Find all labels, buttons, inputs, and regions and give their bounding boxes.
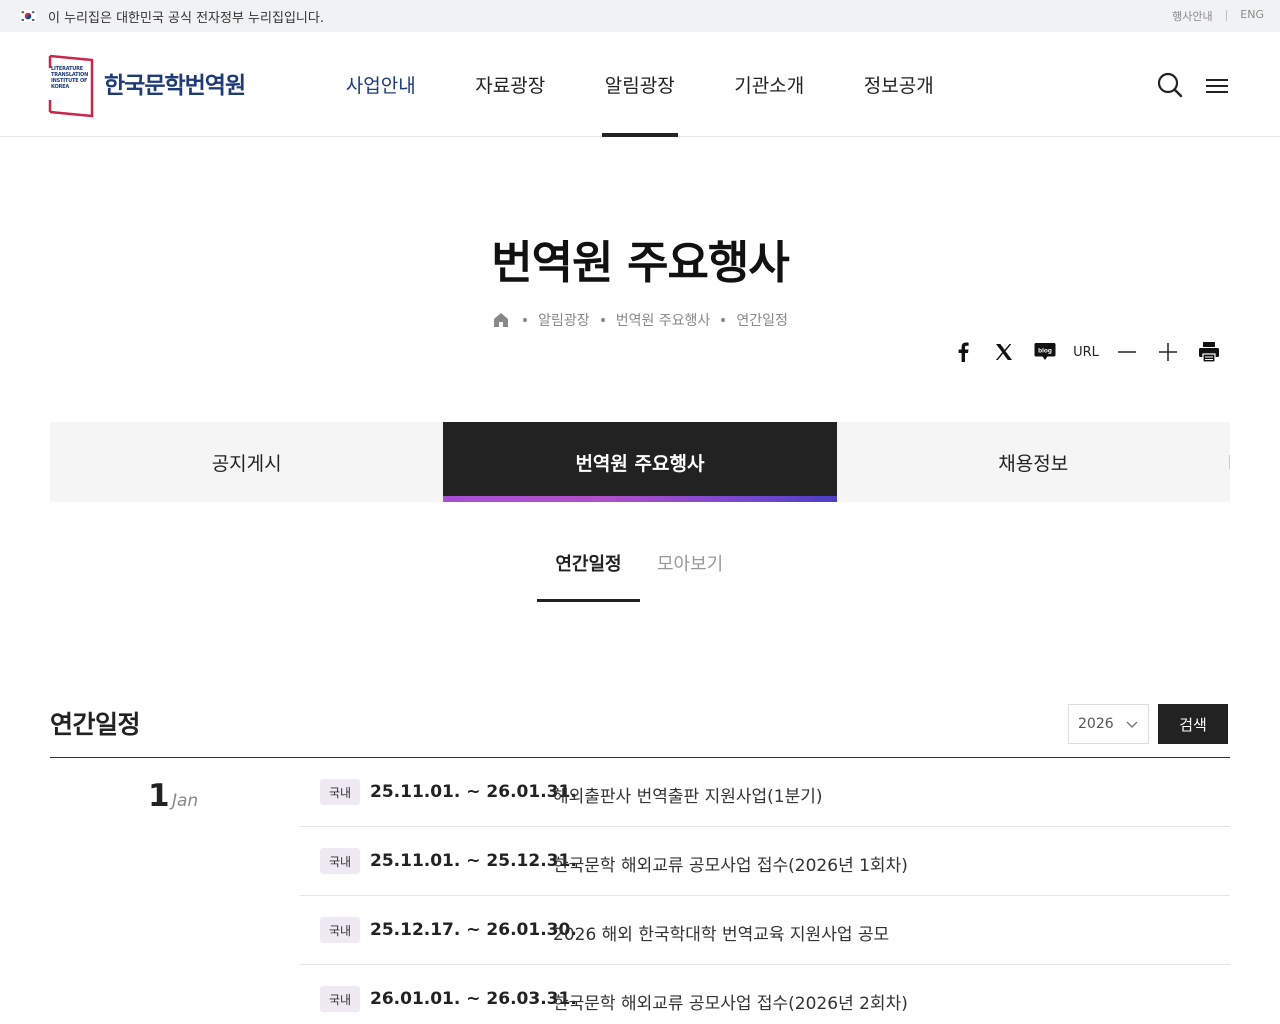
breadcrumb-separator [523,318,528,322]
main-nav: 사업안내 자료광장 알림광장 기관소개 정보공개 [316,32,964,137]
site-header: LITERATURE TRANSLATION INSTITUTE OF KORE… [0,32,1280,137]
event-badge: 국내 [320,848,360,874]
blog-icon[interactable]: blog [1033,340,1057,364]
event-dates: 25.11.01. ~ 25.12.31. [370,851,577,871]
subtab-overview[interactable]: 모아보기 [640,540,740,602]
logo-name: 한국문학번역원 [104,73,246,99]
event-badge: 국내 [320,986,360,1012]
tab-label: 공지게시 [211,452,282,475]
nav-item-about[interactable]: 기관소개 [705,32,835,137]
nav-item-business[interactable]: 사업안내 [316,32,446,137]
tab-label: 채용정보 [998,452,1069,475]
breadcrumb-item-annual[interactable]: 연간일정 [736,310,788,330]
home-icon[interactable] [492,311,510,329]
subtab-annual-schedule[interactable]: 연간일정 [537,540,640,602]
event-title: 2026 해외 한국학대학 번역교육 지원사업 공모 [553,925,890,945]
page-title: 번역원 주요행사 [491,236,789,289]
nav-item-notices[interactable]: 알림광장 [575,32,705,137]
event-title: 해외출판사 번역출판 지원사업(1분기) [553,787,823,807]
zoom-out-icon[interactable] [1116,340,1138,364]
event-dates: 25.12.17. ~ 26.01.30. [370,920,577,940]
tab-label: 번역원 주요행사 [575,452,705,475]
year-select-value: 2026 [1078,716,1114,732]
event-row[interactable]: 국내 26.01.01. ~ 26.03.31. 한국문학 해외교류 공모사업 … [300,965,1230,1024]
event-row[interactable]: 국내 25.11.01. ~ 26.01.31. 해외출판사 번역출판 지원사업… [300,758,1230,827]
nav-item-disclosure[interactable]: 정보공개 [834,32,964,137]
active-tab-indicator [443,496,837,502]
sub-tabs: 연간일정 모아보기 [537,540,740,602]
breadcrumb-item-notices[interactable]: 알림광장 [538,310,590,330]
url-copy-button[interactable]: URL [1072,340,1100,364]
month-name: Jan [172,791,199,811]
korea-flag-icon [20,10,36,22]
print-icon[interactable] [1197,340,1221,364]
nav-item-resources[interactable]: 자료광장 [446,32,576,137]
breadcrumb: 알림광장 번역원 주요행사 연간일정 [0,310,1280,330]
chevron-down-icon [1126,721,1138,728]
breadcrumb-item-events[interactable]: 번역원 주요행사 [616,310,711,330]
event-badge: 국내 [320,779,360,805]
search-button[interactable]: 검색 [1158,704,1228,744]
board-tabs: 공지게시 번역원 주요행사 채용정보 [50,422,1231,502]
blog-icon-label: blog [1038,348,1052,355]
event-row[interactable]: 국내 25.12.17. ~ 26.01.30. 2026 해외 한국학대학 번… [300,896,1230,965]
breadcrumb-separator [721,318,726,322]
site-logo[interactable]: LITERATURE TRANSLATION INSTITUTE OF KORE… [48,54,258,118]
gov-banner-text: 이 누리집은 대한민국 공식 전자정부 누리집입니다. [48,11,324,26]
util-link-events[interactable]: 행사안내 [1166,8,1218,24]
event-row[interactable]: 국내 25.11.01. ~ 25.12.31. 한국문학 해외교류 공모사업 … [300,827,1230,896]
tab-notices[interactable]: 공지게시 [50,422,444,502]
event-title: 한국문학 해외교류 공모사업 접수(2026년 1회차) [553,856,908,876]
util-separator: | [1224,8,1229,21]
gov-banner: 이 누리집은 대한민국 공식 전자정부 누리집입니다. 행사안내 | ENG [0,0,1280,32]
facebook-icon[interactable] [951,340,975,364]
search-icon[interactable] [1157,72,1183,98]
event-title: 한국문학 해외교류 공모사업 접수(2026년 2회차) [553,994,908,1014]
tab-major-events[interactable]: 번역원 주요행사 [443,422,837,502]
zoom-in-icon[interactable] [1157,340,1179,364]
x-icon[interactable] [992,340,1016,364]
tab-recruitment[interactable]: 채용정보 [836,422,1231,502]
share-toolbar: blog URL [0,340,1280,364]
breadcrumb-separator [600,318,605,322]
month-number: 1 [148,778,170,814]
util-link-eng[interactable]: ENG [1234,8,1270,24]
logo-small-text: LITERATURE TRANSLATION INSTITUTE OF KORE… [51,66,89,90]
section-title: 연간일정 [50,710,141,739]
menu-icon[interactable] [1205,76,1229,96]
utility-links: 행사안내 | ENG [1166,8,1270,24]
event-badge: 국내 [320,917,360,943]
event-dates: 26.01.01. ~ 26.03.31. [370,989,577,1009]
event-dates: 25.11.01. ~ 26.01.31. [370,782,577,802]
year-select[interactable]: 2026 [1068,704,1149,744]
